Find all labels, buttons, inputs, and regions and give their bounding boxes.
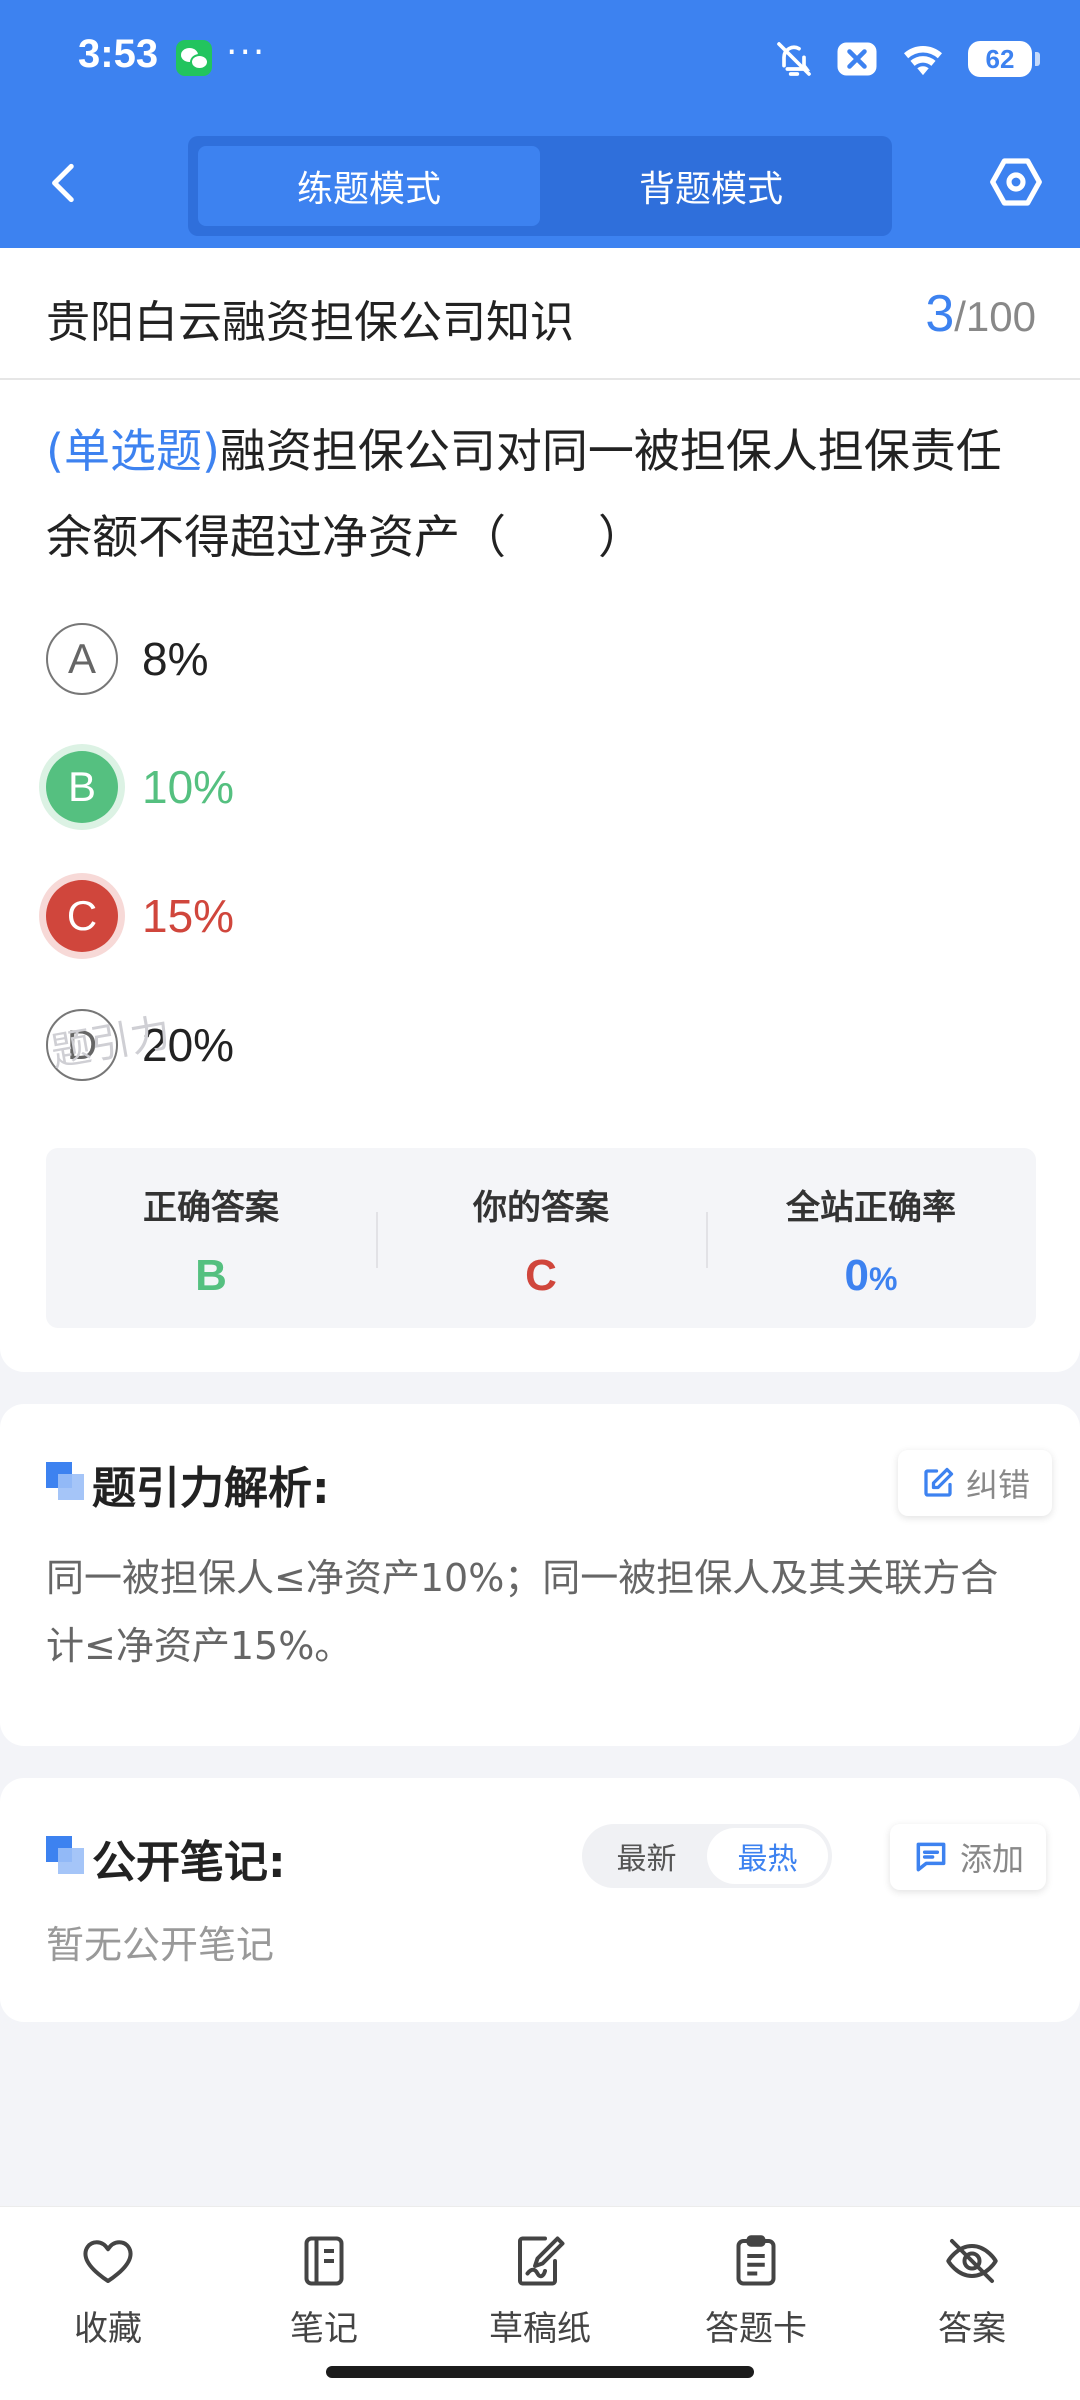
show-answer-label: 答案 xyxy=(938,2309,1006,2349)
mode-switch: 练题模式 背题模式 xyxy=(188,136,892,236)
your-answer-label: 你的答案 xyxy=(473,1188,609,1228)
notes-card: 公开笔记: 最新 最热 添加 暂无公开笔记 xyxy=(0,1778,1080,2022)
edit-icon xyxy=(924,1467,954,1497)
correct-answer-value: B xyxy=(195,1251,227,1300)
draft-pen-icon xyxy=(518,2236,565,2286)
option-text: 15% xyxy=(142,890,235,942)
correct-answer-label: 正确答案 xyxy=(143,1188,279,1228)
notes-sort-switch: 最新 最热 xyxy=(582,1824,832,1888)
sort-newest[interactable]: 最新 xyxy=(586,1828,707,1884)
favorite-button[interactable]: 收藏 xyxy=(0,2207,216,2400)
comment-icon xyxy=(916,1842,946,1872)
chevron-left-icon[interactable] xyxy=(40,158,90,208)
favorite-label: 收藏 xyxy=(74,2309,142,2349)
notes-label: 笔记 xyxy=(290,2309,358,2349)
question-current: 3 xyxy=(925,285,955,343)
your-answer-value: C xyxy=(525,1251,557,1300)
option-b[interactable]: B 10% xyxy=(46,750,846,824)
option-letter: C xyxy=(46,880,118,952)
status-more-dots: ··· xyxy=(226,32,267,73)
answer-summary: 正确答案 B 你的答案 C 全站正确率 0% xyxy=(46,1148,1036,1328)
hexagon-settings-icon[interactable] xyxy=(988,154,1044,210)
question-header: 贵阳白云融资担保公司知识 3/100 xyxy=(0,248,1080,380)
answer-sheet-label: 答题卡 xyxy=(705,2309,807,2349)
section-square-icon xyxy=(46,1836,86,1876)
option-text: 8% xyxy=(142,633,209,685)
section-square-icon xyxy=(46,1462,86,1502)
battery-icon: 62 xyxy=(968,41,1040,77)
app-header: 3:53 ··· 62 练题模式 背题模式 xyxy=(0,0,1080,248)
report-error-button[interactable]: 纠错 xyxy=(898,1450,1053,1516)
status-icons: 62 xyxy=(774,38,1040,80)
nav-bar: 练题模式 背题模式 xyxy=(0,118,1080,248)
home-indicator[interactable] xyxy=(326,2366,754,2378)
notes-title: 公开笔记: xyxy=(92,1837,286,1888)
site-accuracy-label: 全站正确率 xyxy=(786,1188,956,1228)
option-letter: B xyxy=(46,751,118,823)
correct-answer: 正确答案 B xyxy=(46,1148,376,1328)
add-note-button[interactable]: 添加 xyxy=(890,1824,1047,1890)
clipboard-icon xyxy=(736,2235,776,2286)
question-category: 贵阳白云融资担保公司知识 xyxy=(46,297,574,348)
report-error-label: 纠错 xyxy=(966,1466,1031,1504)
site-accuracy-unit: % xyxy=(869,1261,898,1297)
heart-icon xyxy=(83,2240,133,2283)
analysis-title: 题引力解析: xyxy=(92,1463,330,1514)
option-c[interactable]: C 15% xyxy=(46,879,846,953)
option-text: 10% xyxy=(142,761,235,813)
tab-memorize-mode[interactable]: 背题模式 xyxy=(540,146,882,226)
notes-empty-text: 暂无公开笔记 xyxy=(46,1923,275,1967)
option-a[interactable]: A 8% xyxy=(46,622,846,696)
question-counter[interactable]: 3/100 xyxy=(925,284,1036,344)
add-note-label: 添加 xyxy=(960,1840,1025,1878)
status-time: 3:53 xyxy=(78,32,159,76)
tab-practice-mode[interactable]: 练题模式 xyxy=(198,146,540,226)
draft-paper-label: 草稿纸 xyxy=(489,2309,591,2349)
wifi-icon xyxy=(904,46,942,76)
option-letter: A xyxy=(46,623,118,695)
eye-off-icon xyxy=(946,2239,998,2283)
show-answer-button[interactable]: 答案 xyxy=(864,2207,1080,2400)
question-separator: / xyxy=(954,293,966,340)
wechat-icon xyxy=(176,40,212,76)
question-text: (单选题)融资担保公司对同一被担保人担保责任余额不得超过净资产（ ） xyxy=(46,408,1036,580)
your-answer: 你的答案 C xyxy=(376,1148,706,1328)
site-accuracy-value: 0% xyxy=(706,1251,1036,1301)
analysis-card: 题引力解析: 纠错 同一被担保人≤净资产10%；同一被担保人及其关联方合计≤净资… xyxy=(0,1404,1080,1746)
site-accuracy-number: 0 xyxy=(844,1251,870,1300)
close-box-icon xyxy=(837,42,877,76)
notebook-icon xyxy=(304,2236,344,2286)
site-accuracy: 全站正确率 0% xyxy=(706,1148,1036,1328)
question-card: 贵阳白云融资担保公司知识 3/100 (单选题)融资担保公司对同一被担保人担保责… xyxy=(0,248,1080,1372)
bell-off-icon xyxy=(777,42,811,76)
question-type: (单选题) xyxy=(46,424,220,478)
analysis-text: 同一被担保人≤净资产10%；同一被担保人及其关联方合计≤净资产15%。 xyxy=(46,1556,999,1668)
status-bar: 3:53 ··· 62 xyxy=(0,0,1080,118)
sort-hottest[interactable]: 最热 xyxy=(707,1828,828,1884)
question-total: 100 xyxy=(965,293,1036,340)
